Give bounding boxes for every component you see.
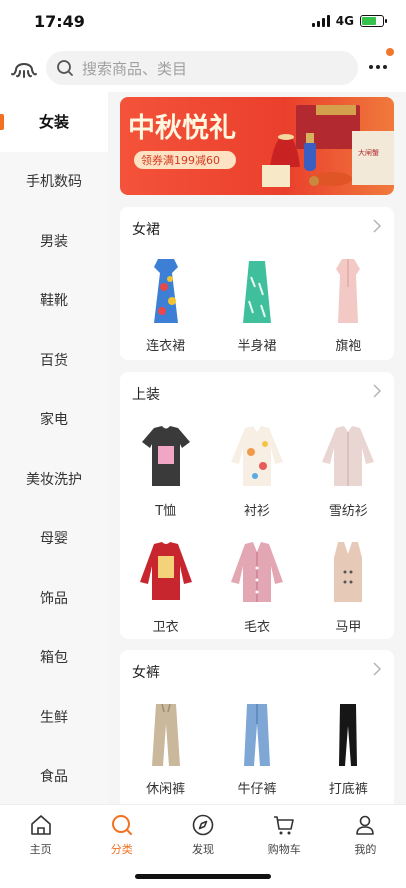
sidebar-item-digital[interactable]: 手机数码: [0, 152, 108, 212]
category-chiffon[interactable]: 雪纺衫: [303, 418, 394, 534]
category-casual-pants[interactable]: 休闲裤: [120, 696, 211, 804]
chevron-right-icon[interactable]: [372, 384, 382, 398]
sidebar-item-fresh[interactable]: 生鲜: [0, 687, 108, 747]
section-title: 女裤: [132, 665, 160, 681]
category-content: 大闸蟹 中秋悦礼 领券满199减60 女裙 连衣裙 半身裙 旗袍 上装 T恤 衬…: [108, 92, 406, 804]
section-skirts: 女裙 连衣裙 半身裙 旗袍: [120, 207, 394, 360]
notification-dot: [386, 48, 394, 56]
status-time: 17:49: [34, 12, 85, 31]
search-input[interactable]: 搜索商品、类目: [46, 51, 358, 85]
status-indicators: 4G: [311, 14, 387, 28]
cardigan-icon: [230, 542, 283, 602]
vest-icon: [334, 542, 363, 602]
category-skirt[interactable]: 半身裙: [211, 253, 302, 369]
item-label: 连衣裙: [146, 339, 186, 354]
sidebar-item-general[interactable]: 百货: [0, 330, 108, 390]
banner-coupon: 领券满199减60: [141, 153, 220, 167]
chevron-right-icon[interactable]: [372, 219, 382, 233]
section-title: 上装: [132, 387, 160, 403]
category-leggings[interactable]: 打底裤: [303, 696, 394, 804]
category-tshirt[interactable]: T恤: [120, 418, 211, 534]
section-tops: 上装 T恤 衬衫 雪纺衫 卫衣 毛衣 马甲: [120, 372, 394, 639]
more-button[interactable]: [364, 52, 392, 82]
tab-home[interactable]: 主页: [0, 805, 81, 888]
shirt-icon: [230, 426, 283, 486]
sweatshirt-icon: [139, 542, 192, 600]
tab-label: 发现: [192, 843, 214, 856]
category-dress[interactable]: 连衣裙: [120, 253, 211, 369]
item-label: 牛仔裤: [237, 782, 277, 797]
item-label: 打底裤: [328, 782, 368, 797]
item-label: 旗袍: [335, 339, 362, 354]
item-label: T恤: [155, 504, 177, 519]
category-vest[interactable]: 马甲: [303, 534, 394, 650]
sidebar-item-womens[interactable]: 女装: [0, 92, 108, 152]
network-type: 4G: [335, 14, 354, 28]
sidebar-item-accessories[interactable]: 饰品: [0, 568, 108, 628]
category-qipao[interactable]: 旗袍: [303, 253, 394, 369]
chiffon-blouse-icon: [322, 426, 375, 486]
mid-autumn-banner[interactable]: 大闸蟹 中秋悦礼 领券满199减60: [120, 97, 394, 195]
search-icon: [57, 60, 73, 76]
search-placeholder: 搜索商品、类目: [82, 59, 188, 78]
tab-profile[interactable]: 我的: [325, 805, 406, 888]
category-sidebar: 女装 手机数码 男装 鞋靴 百货 家电 美妆洗护 母婴 饰品 箱包 生鲜 食品: [0, 92, 108, 804]
item-label: 毛衣: [243, 620, 270, 635]
compass-icon: [192, 814, 214, 836]
item-label: 休闲裤: [146, 782, 186, 797]
category-sweatshirt[interactable]: 卫衣: [120, 534, 211, 650]
section-pants: 女裤 休闲裤 牛仔裤 打底裤: [120, 650, 394, 804]
item-label: 衬衫: [243, 504, 270, 519]
home-icon: [30, 815, 51, 835]
user-icon: [356, 815, 375, 835]
item-label: 雪纺衫: [328, 504, 368, 519]
item-label: 马甲: [335, 620, 362, 635]
section-title: 女裙: [132, 222, 160, 238]
category-jeans[interactable]: 牛仔裤: [211, 696, 302, 804]
search-header: 搜索商品、类目: [0, 44, 406, 92]
tshirt-icon: [141, 426, 190, 486]
sidebar-item-bags[interactable]: 箱包: [0, 628, 108, 688]
home-indicator: [135, 874, 271, 879]
sidebar-item-appliances[interactable]: 家电: [0, 390, 108, 450]
item-label: 卫衣: [152, 620, 179, 635]
sidebar-item-shoes[interactable]: 鞋靴: [0, 271, 108, 331]
sidebar-item-beauty[interactable]: 美妆洗护: [0, 449, 108, 509]
tab-label: 我的: [354, 843, 377, 856]
chevron-right-icon[interactable]: [372, 662, 382, 676]
octopus-logo-icon[interactable]: [10, 54, 38, 82]
banner-graphic: 大闸蟹 中秋悦礼 领券满199减60: [120, 97, 394, 195]
cart-icon: [274, 816, 295, 835]
tab-label: 主页: [29, 843, 52, 856]
sidebar-item-mens[interactable]: 男装: [0, 211, 108, 271]
tab-label: 分类: [110, 843, 133, 856]
floral-dress-icon: [153, 259, 178, 323]
item-label: 半身裙: [237, 339, 277, 354]
status-bar: 17:49 4G: [0, 0, 406, 44]
leggings-icon: [339, 704, 358, 766]
tab-label: 购物车: [267, 843, 301, 856]
banner-title: 中秋悦礼: [128, 112, 236, 144]
sidebar-item-baby[interactable]: 母婴: [0, 509, 108, 569]
qipao-icon: [336, 259, 361, 323]
skirt-icon: [242, 261, 271, 323]
category-shirt[interactable]: 衬衫: [211, 418, 302, 534]
sidebar-item-food[interactable]: 食品: [0, 747, 108, 805]
jeans-icon: [243, 704, 270, 766]
search-icon: [111, 815, 132, 835]
casual-pants-icon: [151, 703, 180, 766]
signal-icon: [311, 15, 330, 27]
battery-icon: [360, 15, 387, 27]
category-sweater[interactable]: 毛衣: [211, 534, 302, 650]
banner-package-text: 大闸蟹: [358, 148, 379, 157]
